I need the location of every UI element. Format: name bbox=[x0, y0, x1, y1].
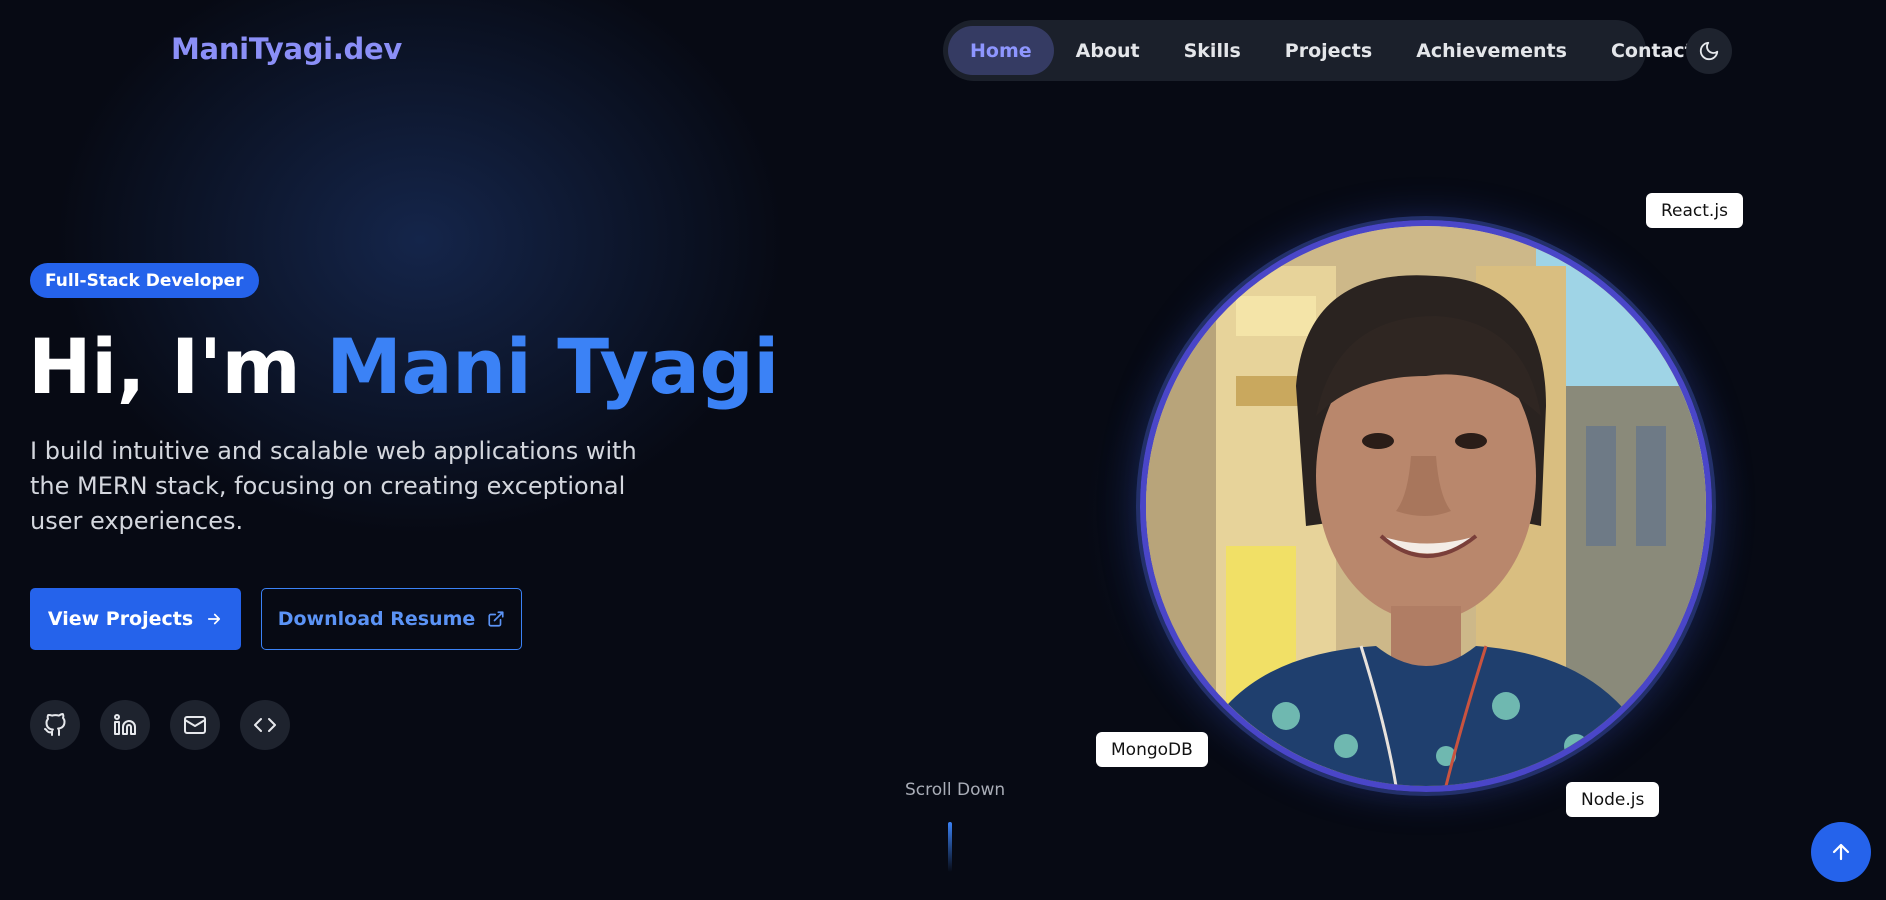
hero-heading: Hi, I'm Mani Tyagi bbox=[28, 322, 779, 411]
moon-icon bbox=[1699, 41, 1719, 61]
portrait-image bbox=[1146, 226, 1706, 786]
arrow-up-icon bbox=[1832, 843, 1850, 861]
tech-tag-react: React.js bbox=[1646, 193, 1743, 228]
external-link-icon bbox=[488, 611, 504, 627]
code-icon bbox=[254, 718, 276, 732]
social-links bbox=[30, 700, 290, 750]
nav-home[interactable]: Home bbox=[948, 26, 1054, 75]
greeting-text: Hi, I'm bbox=[28, 322, 327, 411]
github-link[interactable] bbox=[30, 700, 80, 750]
view-projects-button[interactable]: View Projects bbox=[30, 588, 241, 650]
nav-achievements[interactable]: Achievements bbox=[1394, 26, 1589, 75]
portrait-photo bbox=[1140, 220, 1712, 792]
arrow-right-icon bbox=[208, 613, 221, 625]
linkedin-link[interactable] bbox=[100, 700, 150, 750]
tech-tag-mongodb: MongoDB bbox=[1096, 732, 1208, 767]
site-logo[interactable]: ManiTyagi.dev bbox=[171, 32, 402, 66]
role-badge: Full-Stack Developer bbox=[30, 263, 259, 298]
view-projects-label: View Projects bbox=[47, 608, 194, 630]
scroll-indicator bbox=[948, 822, 952, 872]
main-nav: Home About Skills Projects Achievements … bbox=[943, 20, 1694, 81]
linkedin-icon bbox=[114, 714, 136, 735]
download-resume-label: Download Resume bbox=[277, 608, 476, 630]
scroll-down-label[interactable]: Scroll Down bbox=[905, 780, 1005, 800]
nav-skills[interactable]: Skills bbox=[1162, 26, 1263, 75]
code-link[interactable] bbox=[240, 700, 290, 750]
mail-icon bbox=[184, 716, 206, 734]
github-icon bbox=[44, 713, 66, 736]
hero-intro: I build intuitive and scalable web appli… bbox=[30, 437, 637, 535]
email-link[interactable] bbox=[170, 700, 220, 750]
nav-about[interactable]: About bbox=[1054, 26, 1162, 75]
tech-tag-nodejs: Node.js bbox=[1566, 782, 1660, 817]
hero-name: Mani Tyagi bbox=[326, 322, 779, 411]
theme-toggle-button[interactable] bbox=[1686, 28, 1732, 74]
download-resume-button[interactable]: Download Resume bbox=[261, 588, 522, 650]
scroll-to-top-button[interactable] bbox=[1811, 822, 1871, 882]
nav-projects[interactable]: Projects bbox=[1263, 26, 1394, 75]
